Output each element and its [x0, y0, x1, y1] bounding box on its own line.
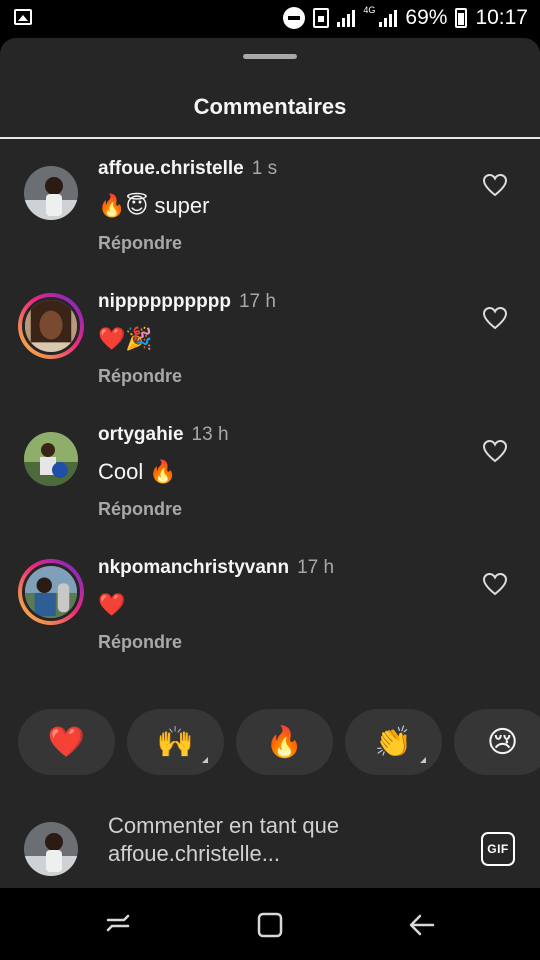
like-heart-icon[interactable] [482, 306, 508, 330]
skin-tone-menu-icon [420, 757, 426, 763]
comment-username[interactable]: nkpomanchristyvann [98, 557, 289, 578]
battery-percent: 69% [405, 6, 448, 29]
raised-hands-emoji-icon: 🙌 [156, 725, 195, 759]
comment-text: ❤️🎉 [98, 326, 153, 351]
comment-username[interactable]: affoue.christelle [98, 158, 244, 179]
like-heart-icon[interactable] [482, 173, 508, 197]
comment-text: Cool 🔥 [98, 459, 177, 484]
reaction-crying-button[interactable]: 😢 [454, 709, 540, 775]
avatar-image [24, 166, 78, 220]
reaction-clap-button[interactable]: 👏 [345, 709, 442, 775]
reply-button[interactable]: Répondre [98, 233, 182, 254]
signal-icon [337, 9, 356, 27]
sim-icon [313, 8, 330, 28]
comments-sheet: Commentaires affoue.christelle 1 s 🔥😇 sup… [0, 38, 540, 888]
network-type: 4G [363, 5, 376, 15]
comment-time: 17 h [238, 291, 276, 312]
comment-item: ortygahie 13 h Cool 🔥 Répondre [0, 406, 540, 539]
gallery-notification-icon [14, 9, 32, 25]
reply-button[interactable]: Répondre [98, 632, 182, 653]
home-icon[interactable] [256, 912, 284, 938]
comment-text: 🔥😇 super [98, 193, 210, 218]
comment-username[interactable]: nipppppppppp [98, 291, 231, 312]
comment-header: nipppppppppp 17 h [98, 291, 276, 313]
comment-time: 17 h [297, 557, 335, 578]
comment-input[interactable]: Commenter en tant que affoue.christelle.… [108, 812, 448, 868]
reaction-fire-button[interactable]: 🔥 [236, 709, 333, 775]
comment-username[interactable]: ortygahie [98, 424, 184, 445]
recent-apps-icon[interactable] [104, 912, 132, 938]
comment-text: ❤️ [98, 592, 126, 617]
like-heart-icon[interactable] [482, 572, 508, 596]
comment-header: affoue.christelle 1 s [98, 158, 277, 180]
reply-button[interactable]: Répondre [98, 366, 182, 387]
comment-time: 1 s [251, 158, 278, 179]
do-not-disturb-icon [283, 7, 306, 29]
avatar-with-story[interactable] [18, 293, 84, 359]
heart-emoji-icon: ❤️ [47, 725, 86, 759]
avatar[interactable] [18, 426, 84, 492]
reply-button[interactable]: Répondre [98, 499, 182, 520]
battery-icon [455, 8, 468, 28]
avatar-image [22, 563, 80, 621]
status-bar: 4G 69% 10:17 [0, 0, 540, 36]
signal-icon-2 [379, 9, 398, 27]
comment-item: nipppppppppp 17 h ❤️🎉 Répondre [0, 273, 540, 406]
comment-time: 13 h [191, 424, 229, 445]
comment-composer: Commenter en tant que affoue.christelle.… [0, 804, 540, 888]
sheet-title: Commentaires [193, 94, 347, 119]
reaction-raised-hands-button[interactable]: 🙌 [127, 709, 224, 775]
avatar[interactable] [18, 160, 84, 226]
navigation-bar [0, 888, 540, 960]
skin-tone-menu-icon [202, 757, 208, 763]
avatar-image [24, 432, 78, 486]
fire-emoji-icon: 🔥 [265, 725, 304, 759]
drag-handle[interactable] [243, 54, 297, 59]
comment-item: nkpomanchristyvann 17 h ❤️ Répondre [0, 539, 540, 672]
avatar-with-story[interactable] [18, 559, 84, 625]
clock: 10:17 [475, 6, 528, 29]
divider [0, 137, 540, 139]
clap-emoji-icon: 👏 [374, 725, 413, 759]
avatar-image [22, 297, 80, 355]
status-bar-right: 4G 69% 10:17 [283, 0, 528, 36]
gif-button[interactable]: GIF [481, 832, 515, 866]
reaction-heart-button[interactable]: ❤️ [18, 709, 115, 775]
crying-emoji-icon: 😢 [486, 725, 519, 759]
my-avatar [24, 822, 78, 876]
back-arrow-icon[interactable] [408, 912, 436, 938]
comment-list[interactable]: affoue.christelle 1 s 🔥😇 super Répondre n… [0, 140, 540, 696]
like-heart-icon[interactable] [482, 439, 508, 463]
quick-reactions-bar: ❤️ 🙌 🔥 👏 😢 [0, 709, 540, 775]
comment-header: ortygahie 13 h [98, 424, 229, 446]
comment-item: affoue.christelle 1 s 🔥😇 super Répondre [0, 140, 540, 273]
comment-header: nkpomanchristyvann 17 h [98, 557, 334, 579]
